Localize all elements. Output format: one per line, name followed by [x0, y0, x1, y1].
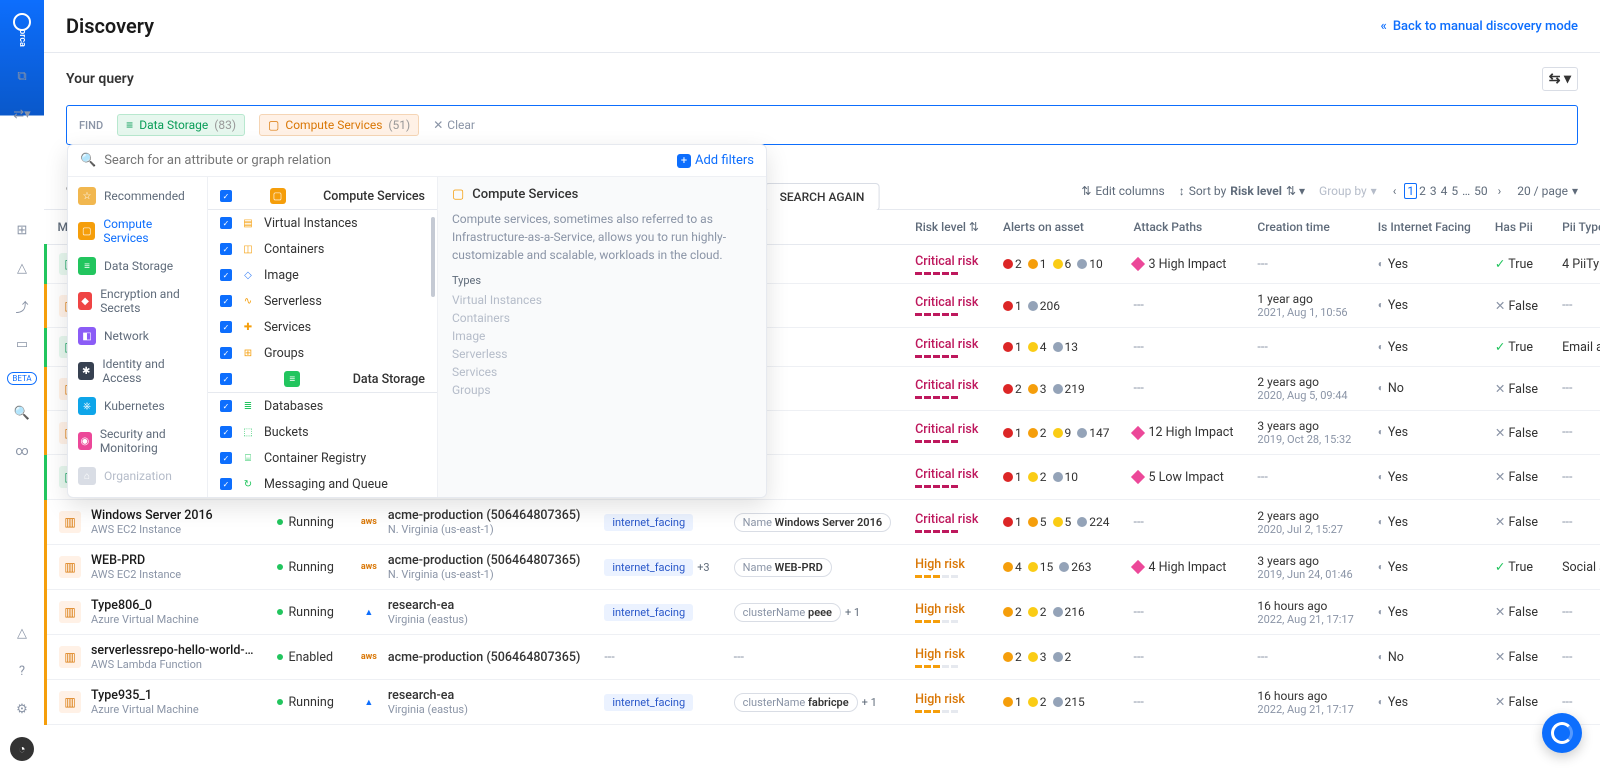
table-row[interactable]: ▥Type935_1Azure Virtual MachineRunning▲r…: [46, 680, 1600, 725]
page-1[interactable]: 1: [1404, 183, 1417, 199]
close-icon: ✕: [433, 118, 443, 132]
scrollbar-thumb[interactable]: [431, 217, 435, 297]
page-…[interactable]: …: [1460, 184, 1472, 198]
search-icon: 🔍: [80, 153, 96, 168]
type-virtual-instances[interactable]: Virtual Instances: [452, 291, 752, 309]
page-2[interactable]: 2: [1417, 184, 1428, 198]
chip-data-storage[interactable]: ≡Data Storage(83): [117, 114, 245, 136]
page-3[interactable]: 3: [1428, 184, 1439, 198]
type-services[interactable]: Services: [452, 363, 752, 381]
item-list: ✓▢Compute Services✓▤Virtual Instances✓◫C…: [208, 177, 438, 497]
beta-badge: BETA: [7, 372, 36, 385]
gear-icon[interactable]: ⚙: [12, 699, 32, 719]
table-row[interactable]: ▥Windows Server 2016AWS EC2 InstanceRunn…: [46, 500, 1600, 545]
detail-desc: Compute services, sometimes also referre…: [452, 210, 752, 264]
type-containers[interactable]: Containers: [452, 309, 752, 327]
filter-item-services[interactable]: ✓✚Services: [208, 314, 437, 340]
nav-icon-alert[interactable]: △: [12, 258, 32, 278]
chip-compute-services[interactable]: ▢Compute Services(51): [259, 114, 419, 136]
table-row[interactable]: ▥WEB-PRDAWS EC2 InstanceRunningawsacme-p…: [46, 545, 1600, 590]
find-row[interactable]: FIND ≡Data Storage(83) ▢Compute Services…: [66, 105, 1578, 145]
page-title: Discovery: [66, 14, 154, 38]
chat-fab[interactable]: [1542, 713, 1582, 753]
pager-prev[interactable]: ‹: [1391, 184, 1399, 198]
category-list: ☆Recommended▢Compute Services≡Data Stora…: [68, 177, 208, 497]
detail-title: Compute Services: [472, 187, 578, 202]
filter-item-compute-services[interactable]: ✓▢Compute Services: [208, 183, 437, 210]
page-5[interactable]: 5: [1449, 184, 1460, 198]
col-ctime[interactable]: Creation time: [1245, 210, 1365, 245]
nav-icon-share[interactable]: ⤴: [12, 296, 32, 316]
type-image[interactable]: Image: [452, 327, 752, 345]
filter-item-virtual-instances[interactable]: ✓▤Virtual Instances: [208, 210, 437, 236]
page-4[interactable]: 4: [1439, 184, 1450, 198]
chevron-left-icon: «: [1381, 19, 1387, 34]
types-label: Types: [452, 274, 752, 287]
category-recommended[interactable]: ☆Recommended: [68, 181, 207, 211]
category-network[interactable]: ◧Network: [68, 321, 207, 351]
filter-item-messaging-and-queue[interactable]: ✓↻Messaging and Queue: [208, 471, 437, 497]
help-icon[interactable]: ?: [12, 661, 32, 681]
filter-item-databases[interactable]: ✓≣Databases: [208, 393, 437, 419]
category-kubernetes[interactable]: ⎈Kubernetes: [68, 391, 207, 421]
find-label: FIND: [79, 119, 103, 132]
group-by-button[interactable]: Group by ▾: [1319, 184, 1377, 198]
type-serverless[interactable]: Serverless: [452, 345, 752, 363]
add-filters-button[interactable]: + Add filters: [677, 153, 754, 168]
category-identity-and-access[interactable]: ✱Identity and Access: [68, 351, 207, 391]
left-rail: orca ⧉ ⇄▾ ⊞ △ ⤴ ▭ BETA 🔍 ∞ △ ? ⚙ ◔: [0, 0, 44, 771]
logo: orca: [8, 8, 36, 48]
col-iif[interactable]: Is Internet Facing: [1366, 210, 1483, 245]
page-50[interactable]: 50: [1472, 184, 1490, 198]
search-again-button[interactable]: SEARCH AGAIN: [765, 183, 880, 211]
nav-icon-filter[interactable]: ⇄▾: [12, 104, 32, 124]
filter-item-groups[interactable]: ✓⊞Groups: [208, 340, 437, 366]
category-alerts: ▲Alerts: [68, 491, 207, 497]
filter-item-image[interactable]: ✓◇Image: [208, 262, 437, 288]
nav-icon-1[interactable]: ⧉: [12, 66, 32, 86]
category-encryption-and-secrets[interactable]: ◆Encryption and Secrets: [68, 281, 207, 321]
avatar[interactable]: ◔: [10, 737, 34, 761]
col-alerts[interactable]: Alerts on asset: [991, 210, 1121, 245]
detail-panel: ▢Compute Services Compute services, some…: [438, 177, 766, 497]
pager: ‹ 12345…50 ›: [1391, 184, 1504, 198]
back-link[interactable]: « Back to manual discovery mode: [1381, 19, 1579, 34]
query-settings-button[interactable]: ⇆ ▾: [1542, 67, 1578, 91]
col-pii[interactable]: Has Pii: [1483, 210, 1550, 245]
category-compute-services[interactable]: ▢Compute Services: [68, 211, 207, 251]
filter-item-buckets[interactable]: ✓⬚Buckets: [208, 419, 437, 445]
clear-button[interactable]: ✕ Clear: [433, 118, 475, 132]
col-risk[interactable]: Risk level ⇅: [903, 210, 991, 245]
query-label: Your query: [66, 71, 134, 87]
type-groups[interactable]: Groups: [452, 381, 752, 399]
pager-next[interactable]: ›: [1496, 184, 1504, 198]
filter-item-serverless[interactable]: ✓∿Serverless: [208, 288, 437, 314]
bell-icon[interactable]: △: [12, 623, 32, 643]
col-piitypes[interactable]: Pii Types: [1550, 210, 1600, 245]
filter-item-containers[interactable]: ✓◫Containers: [208, 236, 437, 262]
category-data-storage[interactable]: ≡Data Storage: [68, 251, 207, 281]
sort-by-button[interactable]: ↕ Sort by Risk level ⇅ ▾: [1179, 184, 1305, 198]
per-page-select[interactable]: 20 / page ▾: [1517, 184, 1578, 198]
filter-item-data-storage[interactable]: ✓≡Data Storage: [208, 366, 437, 393]
nav-icon-clipboard[interactable]: ▭: [12, 334, 32, 354]
edit-columns-button[interactable]: ⇅ Edit columns: [1081, 184, 1164, 198]
nav-icon-infinity[interactable]: ∞: [12, 441, 32, 461]
category-organization: ⌂Organization: [68, 461, 207, 491]
plus-icon: +: [677, 154, 691, 168]
filter-dropdown: 🔍 + Add filters ☆Recommended▢Compute Ser…: [67, 144, 767, 498]
filter-item-container-registry[interactable]: ✓⌸Container Registry: [208, 445, 437, 471]
table-row[interactable]: ▥serverlessrepo-hello-world-…AWS Lambda …: [46, 635, 1600, 680]
search-icon[interactable]: 🔍: [12, 403, 32, 423]
category-security-and-monitoring[interactable]: ◉Security and Monitoring: [68, 421, 207, 461]
nav-icon-grid[interactable]: ⊞: [12, 220, 32, 240]
col-attack[interactable]: Attack Paths: [1121, 210, 1245, 245]
filter-search-input[interactable]: [104, 153, 669, 168]
table-row[interactable]: ▥Type806_0Azure Virtual MachineRunning▲r…: [46, 590, 1600, 635]
